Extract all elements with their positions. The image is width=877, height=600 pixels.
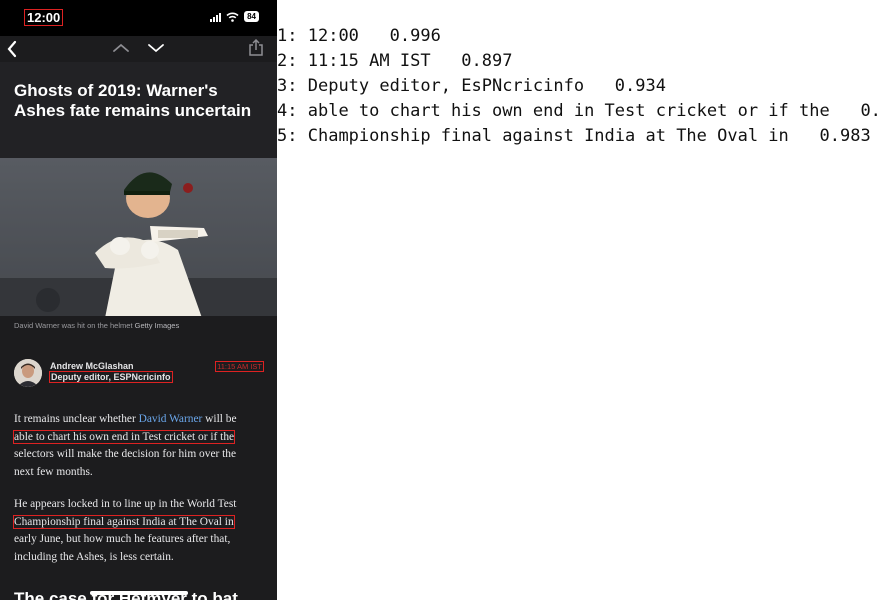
ocr-index: 3: [277,76,298,96]
ocr-score: 0.934 [614,76,666,96]
article-nav-bar [0,36,277,62]
article-paragraph-2: He appears locked in to line up in the W… [13,496,266,566]
ocr-result-line: 1: 12:00 0.996 [277,26,441,46]
phone-screen: 12:00 84 Ghosts of 2019: Warner's Ashes … [0,0,277,600]
paragraph-line: able to chart his own end in Test cricke… [12,429,266,447]
ocr-index: 2: [277,51,298,71]
back-chevron-icon[interactable] [6,40,18,58]
article-headline: Ghosts of 2019: Warner's Ashes fate rema… [14,81,252,120]
status-icons: 84 [210,11,259,22]
paragraph-line: next few months. [14,465,93,478]
ocr-text: Championship final against India at The … [307,126,789,146]
image-caption: David Warner was hit on the helmet Getty… [14,321,179,330]
down-chevron-icon[interactable] [147,42,165,54]
author-role: Deputy editor, ESPNcricinfo [49,371,173,383]
ocr-results-panel: 1: 12:00 0.996 2: 11:15 AM IST 0.897 3: … [277,26,877,166]
wifi-icon [226,12,239,22]
article-paragraph-1: It remains unclear whether David Warner … [12,411,266,481]
caption-credit: Getty Images [134,321,180,330]
highlighted-text: Championship final against India at The … [13,514,235,529]
paragraph-text: It remains unclear whether [14,413,139,425]
publish-time: 11:15 AM IST [215,361,264,372]
paragraph-line: early June, but how much he features aft… [14,533,231,546]
ocr-result-line: 3: Deputy editor, EsPNcricinfo 0.934 [277,76,666,96]
ocr-text: Deputy editor, EsPNcricinfo [307,76,585,96]
ocr-score: 0.983 [819,126,871,146]
signal-icon [210,12,222,22]
ocr-score: 0.9 [860,101,877,121]
ocr-score: 0.996 [389,26,441,46]
ocr-result-line: 4: able to chart his own end in Test cri… [277,101,877,121]
author-avatar[interactable] [14,359,42,387]
up-chevron-icon[interactable] [112,42,130,54]
caption-text: David Warner was hit on the helmet [14,321,133,330]
headline-block: Ghosts of 2019: Warner's Ashes fate rema… [0,62,277,158]
ocr-text: 12:00 [307,26,359,46]
paragraph-text: will be [202,413,237,425]
hero-image [0,158,277,316]
share-icon[interactable] [248,39,264,57]
home-indicator[interactable] [90,591,188,595]
paragraph-line: including the Ashes, is less certain. [14,550,174,563]
battery-indicator: 84 [244,11,259,22]
ocr-text: able to chart his own end in Test cricke… [307,101,830,121]
batsman-photo [0,158,277,316]
paragraph-line: Championship final against India at The … [13,514,266,532]
status-bar: 12:00 84 [0,0,277,36]
ocr-index: 5: [277,126,298,146]
player-link[interactable]: David Warner [139,413,203,425]
status-time: 12:00 [23,9,64,26]
ocr-index: 4: [277,101,298,121]
ocr-index: 1: [277,26,298,46]
highlighted-text: able to chart his own end in Test cricke… [12,429,236,444]
ocr-score: 0.897 [461,51,513,71]
ocr-result-line: 5: Championship final against India at T… [277,126,871,146]
ocr-text: 11:15 AM IST [307,51,431,71]
author-name[interactable]: Andrew McGlashan [50,361,134,371]
paragraph-line: He appears locked in to line up in the W… [14,498,237,510]
author-byline: Andrew McGlashan Deputy editor, ESPNcric… [14,359,266,389]
ocr-result-line: 2: 11:15 AM IST 0.897 [277,51,512,71]
paragraph-line: It remains unclear whether David Warner … [14,411,266,429]
paragraph-line: selectors will make the decision for him… [14,448,237,461]
